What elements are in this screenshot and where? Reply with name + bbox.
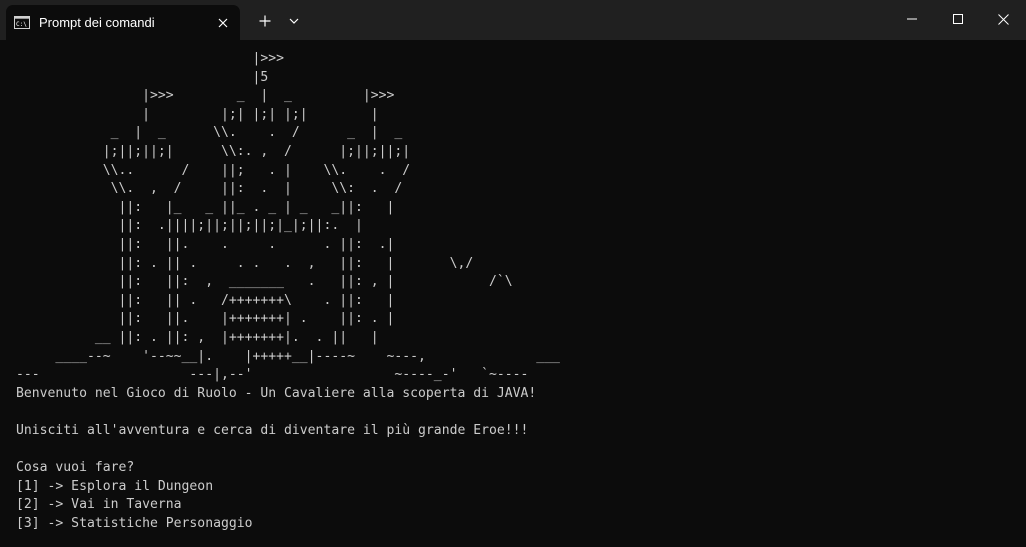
console-text: |>>> |5 |>>> _ | _ |>>> | |;| |;| |;| | … xyxy=(16,50,560,533)
console-line: ||: . || . . . . , ||: | \,/ xyxy=(16,255,474,271)
console-line: ____--~ '--~~__|. |+++++__|----~ ~---, _… xyxy=(16,348,560,364)
cmd-icon: C:\ xyxy=(14,16,30,29)
console-line: Unisciti all'avventura e cerca di divent… xyxy=(16,422,529,438)
console-line: ||: .||||;||;||;||;|_|;||:. | xyxy=(16,218,363,234)
close-window-button[interactable] xyxy=(980,0,1026,38)
console-line: \\. , / ||: . | \\: . / xyxy=(16,181,403,197)
title-bar: C:\ Prompt dei comandi xyxy=(0,0,1026,40)
console-line: ||: ||. |+++++++| . ||: . | xyxy=(16,311,395,327)
console-line: |;||;||;| \\:. , / |;||;||;| xyxy=(16,143,411,159)
close-icon xyxy=(218,18,228,28)
console-line: [2] -> Vai in Taverna xyxy=(16,497,182,513)
console-line: Cosa vuoi fare? xyxy=(16,460,135,476)
console-line: | |;| |;| |;| | xyxy=(16,106,379,122)
console-line: ||: |_ _ ||_ . _ | _ _||: | xyxy=(16,199,395,215)
console-line: _ | _ \\. . / _ | _ xyxy=(16,125,403,141)
terminal-window: C:\ Prompt dei comandi |>>> |5 |>>> _ | … xyxy=(0,0,1026,547)
svg-text:C:\: C:\ xyxy=(16,21,27,28)
console-line: |5 xyxy=(16,69,269,85)
close-icon xyxy=(997,13,1009,25)
console-output-area[interactable]: |>>> |5 |>>> _ | _ |>>> | |;| |;| |;| | … xyxy=(0,40,1026,547)
plus-icon xyxy=(259,15,271,27)
tab-close-button[interactable] xyxy=(212,12,234,34)
console-line: ||: ||: , _______ . ||: , | /`\ xyxy=(16,274,513,290)
console-line: ||: ||. . . . ||: .| xyxy=(16,236,395,252)
console-line: [1] -> Esplora il Dungeon xyxy=(16,478,214,494)
console-line: ||: || . /+++++++\ . ||: | xyxy=(16,292,395,308)
tab-prompt-dei-comandi[interactable]: C:\ Prompt dei comandi xyxy=(6,5,240,40)
chevron-down-icon xyxy=(289,18,299,24)
console-line: --- ---|,--' ~----_-' `~---- xyxy=(16,367,529,383)
console-line: [3] -> Statistiche Personaggio xyxy=(16,515,253,531)
console-line: __ ||: . ||: , |+++++++|. . || | xyxy=(16,329,379,345)
maximize-button[interactable] xyxy=(935,0,981,38)
console-line: \\.. / ||; . | \\. . / xyxy=(16,162,411,178)
new-tab-button[interactable] xyxy=(252,7,278,35)
minimize-button[interactable] xyxy=(889,0,935,38)
minimize-icon xyxy=(907,18,917,20)
console-line: Benvenuto nel Gioco di Ruolo - Un Cavali… xyxy=(16,385,537,401)
console-line: |>>> xyxy=(16,51,285,66)
tab-dropdown-button[interactable] xyxy=(282,7,306,35)
console-line: |>>> _ | _ |>>> xyxy=(16,88,395,104)
maximize-icon xyxy=(953,14,963,24)
tab-title: Prompt dei comandi xyxy=(39,15,155,30)
